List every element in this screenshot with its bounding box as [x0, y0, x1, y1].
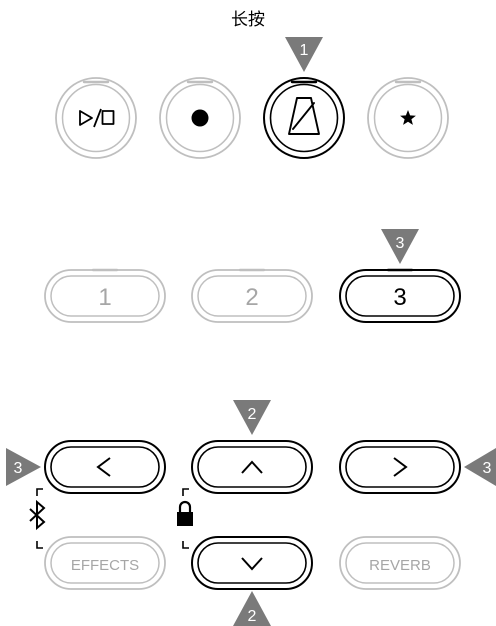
reverb-button[interactable]: REVERB: [339, 536, 461, 590]
step-marker-up: 2: [233, 400, 271, 435]
memory-button-3-label: 3: [393, 284, 406, 311]
step-marker-left: 3: [6, 448, 41, 486]
step-marker-right: 3: [464, 448, 496, 486]
bluetooth-icon: [29, 499, 46, 531]
reverb-label: REVERB: [369, 557, 431, 574]
play-stop-button[interactable]: [55, 77, 137, 159]
step-marker-memory-3: 3: [381, 229, 419, 264]
svg-text:2: 2: [248, 406, 257, 423]
memory-button-1[interactable]: 1: [44, 268, 166, 323]
memory-button-3[interactable]: 3: [339, 268, 461, 323]
record-button[interactable]: [159, 77, 241, 159]
svg-text:3: 3: [483, 460, 492, 477]
memory-button-1-label: 1: [98, 284, 111, 311]
down-button[interactable]: [191, 536, 313, 590]
lock-icon: [177, 500, 193, 526]
memory-button-2[interactable]: 2: [191, 268, 313, 323]
step-marker-down: 2: [233, 591, 271, 626]
svg-text:3: 3: [396, 235, 405, 252]
lock-indicator: [177, 488, 193, 549]
memory-button-2-label: 2: [245, 284, 258, 311]
left-button[interactable]: [44, 440, 166, 494]
effects-label: EFFECTS: [71, 557, 139, 574]
svg-text:1: 1: [300, 42, 309, 59]
panel-diagram: 长按 1 1 2 3 3 2 3 3 EFFECTS REVERB 2: [6, 10, 496, 626]
metronome-button[interactable]: [263, 77, 345, 159]
svg-text:3: 3: [14, 460, 23, 477]
record-icon: [191, 109, 209, 127]
favorite-button[interactable]: [367, 77, 449, 159]
right-button[interactable]: [339, 440, 461, 494]
up-button[interactable]: [191, 440, 313, 494]
svg-text:2: 2: [248, 608, 257, 625]
long-press-label: 长按: [231, 10, 265, 30]
bluetooth-indicator: [29, 488, 46, 549]
step-marker-metronome: 1: [285, 37, 323, 72]
effects-button[interactable]: EFFECTS: [44, 536, 166, 590]
